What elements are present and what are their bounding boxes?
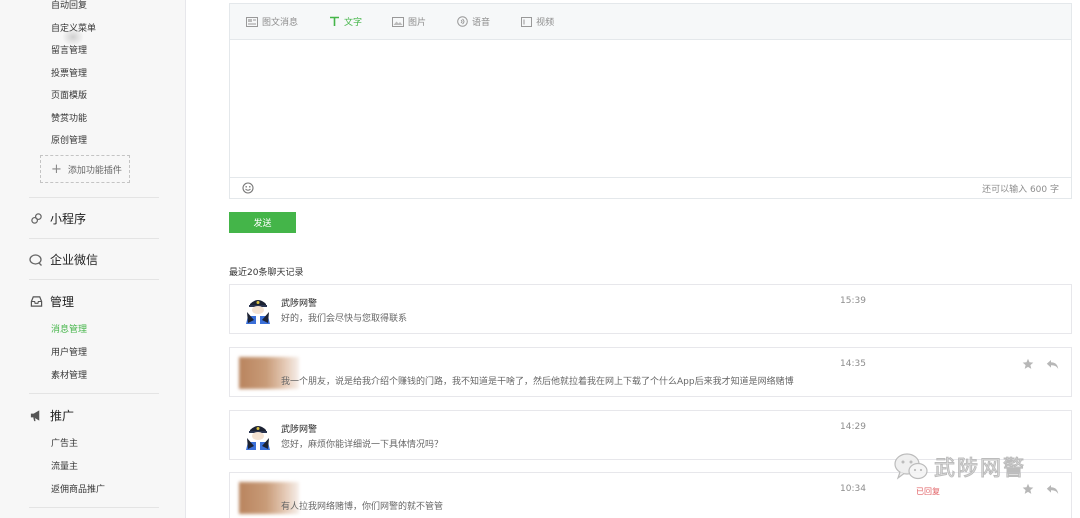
sidebar-item-original[interactable]: 原创管理 [51, 133, 87, 146]
sidebar-section-miniprogram[interactable]: 小程序 [29, 210, 86, 227]
tab-voice[interactable]: 语音 [456, 15, 490, 28]
sidebar-item-appreciation[interactable]: 赞赏功能 [51, 111, 87, 124]
sidebar-item-comments[interactable]: 留言管理 [51, 43, 87, 56]
divider [29, 507, 159, 508]
section-title: 推广 [50, 409, 75, 423]
tab-label: 视频 [536, 18, 555, 28]
sender-name[interactable]: 武陟网警 [281, 422, 317, 435]
message-text: 您好，麻烦你能详细说一下具体情况吗？ [281, 440, 444, 450]
sidebar-item-users[interactable]: 用户管理 [51, 345, 87, 358]
message-time: 14:29 [840, 422, 866, 432]
tab-image[interactable]: 图片 [392, 15, 426, 28]
message-text: 我一个朋友，说是给我介绍个赚钱的门路，我不知道是干啥了，然后他就拉着我在网上下载… [281, 377, 794, 387]
tab-news[interactable]: 图文消息 [246, 15, 298, 28]
police-avatar[interactable] [242, 294, 274, 326]
divider [29, 279, 159, 280]
sidebar-item-commission[interactable]: 返佣商品推广 [51, 482, 105, 495]
star-icon[interactable] [1021, 357, 1035, 371]
editor-toolbar: 图文消息 文字 图片 语音 视频 [230, 4, 1071, 40]
sidebar: 自动回复 自定义菜单 留言管理 投票管理 页面模版 赞赏功能 原创管理 + 添加… [0, 0, 186, 518]
news-icon [246, 16, 258, 28]
sidebar-item-auto-reply[interactable]: 自动回复 [51, 0, 87, 11]
history-title: 最近20条聊天记录 [229, 268, 304, 278]
watermark: 武陟网警 [893, 452, 1026, 482]
sidebar-item-page-templates[interactable]: 页面模版 [51, 88, 87, 101]
message-actions [1021, 482, 1059, 496]
watermark-text: 武陟网警 [934, 456, 1026, 481]
megaphone-icon [29, 409, 43, 423]
message-time: 15:39 [840, 296, 866, 306]
list-item: 武陟网警 好的，我们会尽快与您取得联系 15:39 [229, 284, 1072, 334]
tab-text[interactable]: 文字 [328, 15, 362, 28]
reply-icon[interactable] [1045, 482, 1059, 496]
section-title: 小程序 [50, 212, 87, 226]
image-icon [392, 16, 405, 28]
wework-icon [29, 253, 43, 267]
reply-icon[interactable] [1045, 357, 1059, 371]
message-time: 14:35 [840, 359, 866, 369]
divider [29, 197, 159, 198]
inbox-icon [29, 295, 43, 309]
video-icon [520, 16, 532, 28]
message-time: 10:34 [840, 484, 866, 494]
divider [29, 238, 159, 239]
sidebar-section-manage[interactable]: 管理 [29, 293, 74, 310]
send-button[interactable]: 发送 [229, 212, 296, 233]
editor-footer: 还可以输入 600 字 [230, 177, 1071, 198]
sidebar-item-custom-menu[interactable]: 自定义菜单 [51, 21, 96, 34]
sidebar-item-advertiser[interactable]: 广告主 [51, 436, 78, 449]
add-plugin-label: 添加功能插件 [67, 165, 122, 176]
star-icon[interactable] [1021, 482, 1035, 496]
add-plugin-button[interactable]: + 添加功能插件 [40, 155, 130, 183]
voice-icon [456, 16, 468, 28]
sidebar-section-wework[interactable]: 企业微信 [29, 251, 98, 268]
section-title: 企业微信 [50, 253, 99, 267]
text-icon [328, 16, 340, 28]
sidebar-section-promote[interactable]: 推广 [29, 407, 74, 424]
police-avatar[interactable] [242, 420, 274, 452]
divider [29, 393, 159, 394]
message-input[interactable] [230, 40, 1071, 177]
message-text: 有人拉我网络赌博，你们网警的就不管管 [281, 502, 444, 512]
sidebar-item-materials[interactable]: 素材管理 [51, 368, 87, 381]
char-counter: 还可以输入 600 字 [982, 184, 1059, 195]
sidebar-item-messages[interactable]: 消息管理 [51, 322, 87, 335]
message-actions [1021, 357, 1059, 371]
tab-label: 语音 [472, 18, 491, 28]
message-text: 好的，我们会尽快与您取得联系 [281, 314, 408, 324]
message-editor: 图文消息 文字 图片 语音 视频 还可以输入 600 字 [229, 3, 1072, 199]
sidebar-item-publisher[interactable]: 流量主 [51, 459, 78, 472]
tab-label: 图片 [408, 18, 427, 28]
emoji-icon[interactable] [242, 182, 254, 194]
sidebar-item-votes[interactable]: 投票管理 [51, 66, 87, 79]
list-item: 我一个朋友，说是给我介绍个赚钱的门路，我不知道是干啥了，然后他就拉着我在网上下载… [229, 347, 1072, 397]
mini-program-icon [29, 212, 43, 226]
sender-name[interactable]: 武陟网警 [281, 296, 317, 309]
tab-video[interactable]: 视频 [520, 15, 554, 28]
wechat-icon [894, 453, 928, 480]
plus-icon: + [51, 161, 62, 177]
status-badge: 已回复 [916, 487, 940, 496]
section-title: 管理 [50, 295, 75, 309]
tab-label: 图文消息 [262, 18, 299, 28]
tab-label: 文字 [344, 18, 363, 28]
